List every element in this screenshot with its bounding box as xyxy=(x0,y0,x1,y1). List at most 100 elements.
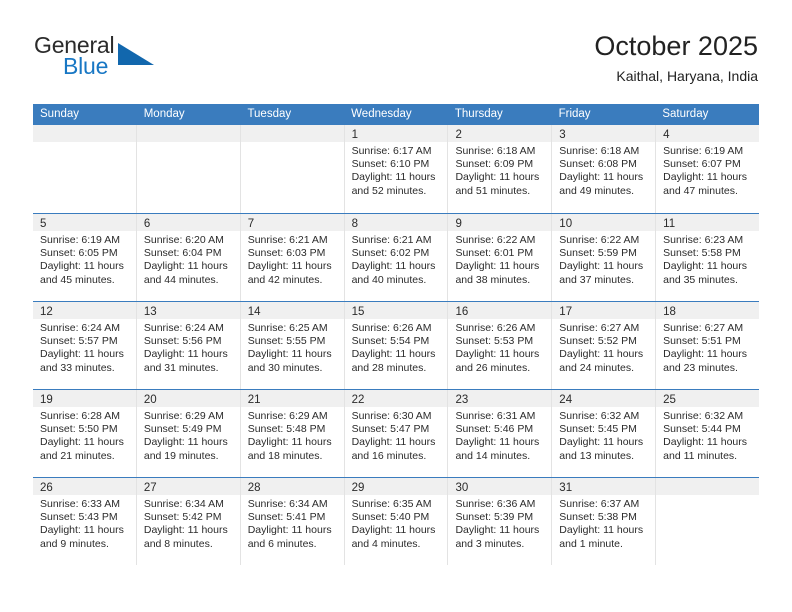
day-cell[interactable]: 1 Sunrise: 6:17 AM Sunset: 6:10 PM Daylight… xyxy=(343,125,448,213)
daylight-text-line1: Daylight: 11 hours xyxy=(351,436,436,449)
day-sun-info: Sunrise: 6:29 AM Sunset: 5:49 PM Daylight:… xyxy=(137,407,240,463)
day-cell[interactable]: 12 Sunrise: 6:24 AM Sunset: 5:57 PM Dayligh… xyxy=(33,302,136,389)
day-number-strip: 8 xyxy=(344,214,448,231)
day-cell[interactable]: 13 Sunrise: 6:24 AM Sunset: 5:56 PM Dayligh… xyxy=(135,302,240,389)
sunrise-text: Sunrise: 6:36 AM xyxy=(455,498,536,510)
sunrise-text: Sunrise: 6:22 AM xyxy=(559,234,640,246)
day-cell[interactable]: 14 Sunrise: 6:25 AM Sunset: 5:55 PM Dayligh… xyxy=(239,302,344,389)
sunrise-text: Sunrise: 6:18 AM xyxy=(559,145,640,157)
day-cell[interactable]: 23 Sunrise: 6:31 AM Sunset: 5:46 PM Dayligh… xyxy=(447,390,552,477)
day-sun-info: Sunrise: 6:27 AM Sunset: 5:51 PM Daylight:… xyxy=(656,319,759,375)
day-sun-info: Sunrise: 6:29 AM Sunset: 5:48 PM Daylight:… xyxy=(241,407,344,463)
daylight-text-line1: Daylight: 11 hours xyxy=(40,524,124,537)
daylight-text-line2: and 40 minutes. xyxy=(351,273,427,286)
sunset-text: Sunset: 5:53 PM xyxy=(455,335,534,348)
daylight-text-line2: and 18 minutes. xyxy=(247,449,323,462)
day-cell[interactable]: 28 Sunrise: 6:34 AM Sunset: 5:41 PM Dayligh… xyxy=(239,478,344,565)
sunrise-text: Sunrise: 6:21 AM xyxy=(247,234,328,246)
day-cell-empty xyxy=(655,478,760,565)
daylight-text-line1: Daylight: 11 hours xyxy=(351,524,436,537)
page-title: October 2025 xyxy=(594,31,758,61)
sunrise-text: Sunrise: 6:32 AM xyxy=(663,410,744,422)
daylight-text-line1: Daylight: 11 hours xyxy=(40,348,124,361)
day-cell[interactable]: 19 Sunrise: 6:28 AM Sunset: 5:50 PM Dayligh… xyxy=(33,390,136,477)
daylight-text-line2: and 33 minutes. xyxy=(40,361,115,374)
day-cell[interactable]: 4 Sunrise: 6:19 AM Sunset: 6:07 PM Daylight… xyxy=(655,125,760,213)
day-number-strip xyxy=(33,125,136,142)
sunset-text: Sunset: 5:41 PM xyxy=(247,511,326,524)
day-number: 31 xyxy=(559,482,573,494)
day-sun-info: Sunrise: 6:32 AM Sunset: 5:45 PM Daylight:… xyxy=(552,407,655,463)
day-cell[interactable]: 18 Sunrise: 6:27 AM Sunset: 5:51 PM Dayligh… xyxy=(655,302,760,389)
sunset-text: Sunset: 5:51 PM xyxy=(663,335,741,348)
daylight-text-line2: and 24 minutes. xyxy=(559,361,635,374)
day-cell[interactable]: 11 Sunrise: 6:23 AM Sunset: 5:58 PM Dayligh… xyxy=(655,214,760,301)
day-number-strip: 23 xyxy=(448,390,552,407)
daylight-text-line2: and 35 minutes. xyxy=(663,273,738,286)
day-number: 16 xyxy=(455,306,469,318)
day-cell[interactable]: 25 Sunrise: 6:32 AM Sunset: 5:44 PM Dayligh… xyxy=(655,390,760,477)
day-number: 9 xyxy=(455,218,462,230)
daylight-text-line2: and 11 minutes. xyxy=(663,449,738,462)
sunset-text: Sunset: 6:01 PM xyxy=(455,247,534,260)
day-number-strip: 10 xyxy=(552,214,656,231)
daylight-text-line1: Daylight: 11 hours xyxy=(663,171,748,184)
day-number: 5 xyxy=(40,218,47,230)
day-cell[interactable]: 3 Sunrise: 6:18 AM Sunset: 6:08 PM Daylight… xyxy=(551,125,656,213)
day-cell[interactable]: 26 Sunrise: 6:33 AM Sunset: 5:43 PM Dayligh… xyxy=(33,478,136,565)
day-cell[interactable]: 10 Sunrise: 6:22 AM Sunset: 5:59 PM Dayligh… xyxy=(551,214,656,301)
daylight-text-line2: and 52 minutes. xyxy=(351,184,427,197)
sunset-text: Sunset: 6:04 PM xyxy=(143,247,222,260)
day-cell[interactable]: 5 Sunrise: 6:19 AM Sunset: 6:05 PM Daylight… xyxy=(33,214,136,301)
sunset-text: Sunset: 5:47 PM xyxy=(351,423,430,436)
sunset-text: Sunset: 6:08 PM xyxy=(559,158,637,171)
day-number: 12 xyxy=(40,306,53,318)
day-cell[interactable]: 31 Sunrise: 6:37 AM Sunset: 5:38 PM Dayligh… xyxy=(551,478,656,565)
day-number-strip: 30 xyxy=(448,478,552,495)
general-blue-logo[interactable]: General Blue xyxy=(34,32,164,90)
day-cell[interactable]: 24 Sunrise: 6:32 AM Sunset: 5:45 PM Dayligh… xyxy=(551,390,656,477)
daylight-text-line1: Daylight: 11 hours xyxy=(559,260,644,273)
day-cell[interactable]: 29 Sunrise: 6:35 AM Sunset: 5:40 PM Dayligh… xyxy=(343,478,448,565)
day-sun-info: Sunrise: 6:27 AM Sunset: 5:52 PM Daylight:… xyxy=(552,319,655,375)
day-cell[interactable]: 20 Sunrise: 6:29 AM Sunset: 5:49 PM Dayligh… xyxy=(135,390,240,477)
dow-thursday: Thursday xyxy=(454,108,503,120)
day-cell[interactable]: 2 Sunrise: 6:18 AM Sunset: 6:09 PM Daylight… xyxy=(447,125,552,213)
daylight-text-line1: Daylight: 11 hours xyxy=(143,524,228,537)
daylight-text-line1: Daylight: 11 hours xyxy=(143,260,228,273)
sunset-text: Sunset: 5:52 PM xyxy=(559,335,637,348)
day-cell[interactable]: 9 Sunrise: 6:22 AM Sunset: 6:01 PM Daylight… xyxy=(447,214,552,301)
day-cell[interactable]: 27 Sunrise: 6:34 AM Sunset: 5:42 PM Dayligh… xyxy=(135,478,240,565)
day-sun-info: Sunrise: 6:18 AM Sunset: 6:08 PM Daylight:… xyxy=(552,142,655,198)
daylight-text-line1: Daylight: 11 hours xyxy=(351,260,436,273)
daylight-text-line2: and 16 minutes. xyxy=(351,449,427,462)
day-sun-info: Sunrise: 6:19 AM Sunset: 6:05 PM Daylight:… xyxy=(33,231,136,287)
calendar-week-row: 12 Sunrise: 6:24 AM Sunset: 5:57 PM Dayligh… xyxy=(33,301,760,389)
day-sun-info: Sunrise: 6:24 AM Sunset: 5:56 PM Daylight:… xyxy=(137,319,240,375)
day-cell[interactable]: 22 Sunrise: 6:30 AM Sunset: 5:47 PM Dayligh… xyxy=(343,390,448,477)
day-cell[interactable]: 21 Sunrise: 6:29 AM Sunset: 5:48 PM Dayligh… xyxy=(239,390,344,477)
daylight-text-line2: and 26 minutes. xyxy=(455,361,531,374)
day-cell[interactable]: 8 Sunrise: 6:21 AM Sunset: 6:02 PM Daylight… xyxy=(343,214,448,301)
day-cell[interactable]: 15 Sunrise: 6:26 AM Sunset: 5:54 PM Dayligh… xyxy=(343,302,448,389)
day-number-strip: 4 xyxy=(656,125,760,142)
daylight-text-line2: and 44 minutes. xyxy=(143,273,219,286)
day-cell[interactable]: 6 Sunrise: 6:20 AM Sunset: 6:04 PM Daylight… xyxy=(135,214,240,301)
day-number-strip: 21 xyxy=(240,390,344,407)
sunrise-text: Sunrise: 6:33 AM xyxy=(40,498,120,510)
title-block: October 2025 Kaithal, Haryana, India xyxy=(594,30,758,86)
day-number-strip: 28 xyxy=(240,478,344,495)
day-cell[interactable]: 7 Sunrise: 6:21 AM Sunset: 6:03 PM Daylight… xyxy=(239,214,344,301)
day-number: 17 xyxy=(559,306,573,318)
calendar-grid: Sunday Monday Tuesday Wednesday Thursday… xyxy=(33,104,760,565)
day-cell[interactable]: 30 Sunrise: 6:36 AM Sunset: 5:39 PM Dayligh… xyxy=(447,478,552,565)
sunset-text: Sunset: 6:09 PM xyxy=(455,158,534,171)
day-number: 24 xyxy=(559,394,573,406)
daylight-text-line1: Daylight: 11 hours xyxy=(559,436,644,449)
day-cell[interactable]: 17 Sunrise: 6:27 AM Sunset: 5:52 PM Dayligh… xyxy=(551,302,656,389)
daylight-text-line2: and 45 minutes. xyxy=(40,273,115,286)
sunset-text: Sunset: 5:38 PM xyxy=(559,511,637,524)
daylight-text-line1: Daylight: 11 hours xyxy=(455,171,540,184)
daylight-text-line1: Daylight: 11 hours xyxy=(559,348,644,361)
day-cell[interactable]: 16 Sunrise: 6:26 AM Sunset: 5:53 PM Dayligh… xyxy=(447,302,552,389)
